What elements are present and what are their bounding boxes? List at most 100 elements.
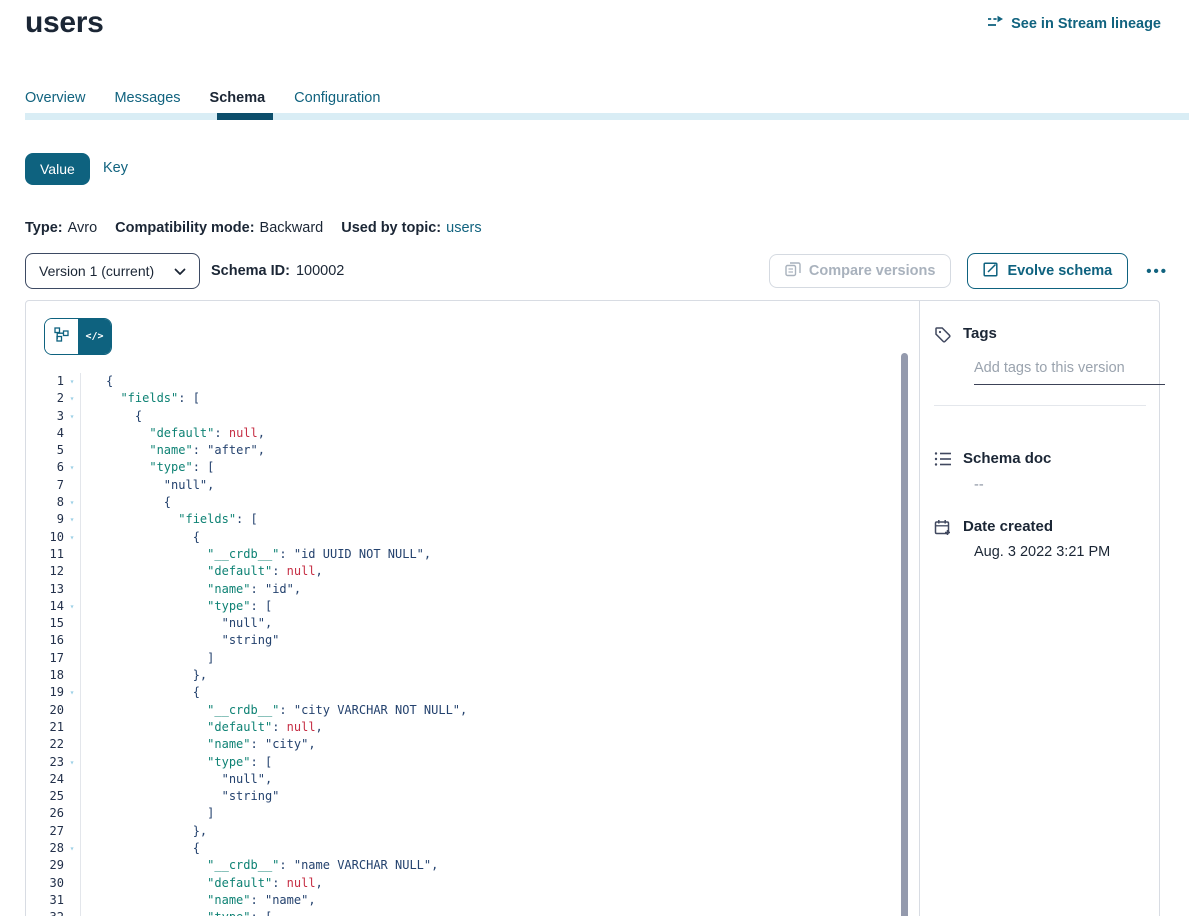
schema-doc-value: -- — [974, 477, 984, 493]
code-text: "null", — [81, 615, 272, 632]
chevron-down-icon — [174, 263, 186, 279]
code-line: 14▾ "type": [ — [26, 598, 907, 615]
code-line: 12 "default": null, — [26, 563, 907, 580]
code-line: 31 "name": "name", — [26, 892, 907, 909]
code-line: 10▾ { — [26, 529, 907, 546]
code-line: 23▾ "type": [ — [26, 754, 907, 771]
code-line: 6▾ "type": [ — [26, 459, 907, 476]
schema-page: users See in Stream lineage Overview Mes… — [0, 0, 1189, 916]
fold-toggle-icon[interactable]: ▾ — [64, 909, 81, 916]
active-tab-indicator — [217, 113, 273, 120]
add-tags-input[interactable] — [974, 356, 1165, 385]
fold-toggle-icon[interactable]: ▾ — [64, 408, 81, 425]
code-line: 13 "name": "id", — [26, 581, 907, 598]
code-text: }, — [81, 667, 207, 684]
compatibility-mode-value: Backward — [260, 220, 324, 236]
used-by-topic-link[interactable]: users — [446, 220, 481, 236]
code-text: "default": null, — [81, 425, 265, 442]
key-toggle-button[interactable]: Key — [103, 160, 128, 176]
line-number: 10 — [26, 529, 64, 546]
code-line: 18 }, — [26, 667, 907, 684]
code-line: 27 }, — [26, 823, 907, 840]
tag-icon — [934, 326, 952, 344]
fold-toggle-icon[interactable]: ▾ — [64, 684, 81, 701]
code-line: 30 "default": null, — [26, 875, 907, 892]
code-text: "name": "name", — [81, 892, 316, 909]
date-created-title: Date created — [963, 518, 1053, 535]
code-line: 29 "__crdb__": "name VARCHAR NULL", — [26, 857, 907, 874]
schema-meta-row: Type: Avro Compatibility mode: Backward … — [25, 220, 482, 236]
code-text: "default": null, — [81, 719, 323, 736]
calendar-plus-icon — [934, 519, 952, 537]
line-number: 1 — [26, 373, 64, 390]
line-number: 19 — [26, 684, 64, 701]
compare-versions-button[interactable]: Compare versions — [769, 254, 952, 288]
date-created-value: Aug. 3 2022 3:21 PM — [974, 544, 1110, 560]
line-number: 5 — [26, 442, 64, 459]
see-in-stream-lineage-label: See in Stream lineage — [1011, 16, 1161, 32]
line-number: 25 — [26, 788, 64, 805]
fold-toggle-icon[interactable]: ▾ — [64, 494, 81, 511]
tree-view-button[interactable] — [45, 319, 78, 354]
code-text: { — [81, 494, 171, 511]
fold-gutter — [64, 425, 81, 442]
schema-code-editor[interactable]: 1▾{2▾ "fields": [3▾ {4 "default": null,5… — [26, 373, 907, 916]
code-text: "type": [ — [81, 598, 272, 615]
tags-title: Tags — [963, 325, 997, 342]
schema-doc-title: Schema doc — [963, 450, 1051, 467]
code-text: { — [81, 840, 200, 857]
line-number: 14 — [26, 598, 64, 615]
page-title: users — [25, 6, 104, 40]
more-options-button[interactable]: ••• — [1144, 259, 1170, 284]
line-number: 28 — [26, 840, 64, 857]
code-text: "string" — [81, 632, 279, 649]
sidebar-divider — [934, 405, 1146, 406]
code-view-icon: </> — [85, 331, 103, 342]
fold-toggle-icon[interactable]: ▾ — [64, 373, 81, 390]
see-in-stream-lineage-link[interactable]: See in Stream lineage — [987, 15, 1161, 32]
schema-id: Schema ID: 100002 — [211, 253, 344, 289]
code-text: "fields": [ — [81, 390, 200, 407]
code-text: "__crdb__": "name VARCHAR NULL", — [81, 857, 438, 874]
editor-vertical-scrollbar[interactable] — [901, 353, 908, 916]
code-text: "__crdb__": "city VARCHAR NOT NULL", — [81, 702, 467, 719]
fold-gutter — [64, 771, 81, 788]
value-toggle-button[interactable]: Value — [25, 153, 90, 185]
fold-toggle-icon[interactable]: ▾ — [64, 390, 81, 407]
fold-toggle-icon[interactable]: ▾ — [64, 459, 81, 476]
line-number: 31 — [26, 892, 64, 909]
type-label: Type: — [25, 220, 63, 236]
code-view-button[interactable]: </> — [78, 319, 111, 354]
fold-toggle-icon[interactable]: ▾ — [64, 840, 81, 857]
line-number: 20 — [26, 702, 64, 719]
compare-versions-icon — [785, 261, 801, 281]
line-number: 29 — [26, 857, 64, 874]
fold-gutter — [64, 581, 81, 598]
code-text: "name": "city", — [81, 736, 316, 753]
line-number: 16 — [26, 632, 64, 649]
code-line: 11 "__crdb__": "id UUID NOT NULL", — [26, 546, 907, 563]
tags-section-header: Tags — [934, 325, 1147, 344]
line-number: 26 — [26, 805, 64, 822]
fold-toggle-icon[interactable]: ▾ — [64, 754, 81, 771]
fold-toggle-icon[interactable]: ▾ — [64, 511, 81, 528]
line-number: 12 — [26, 563, 64, 580]
line-number: 21 — [26, 719, 64, 736]
fold-gutter — [64, 875, 81, 892]
fold-gutter — [64, 477, 81, 494]
tab-underline-track — [25, 113, 1189, 120]
fold-gutter — [64, 632, 81, 649]
fold-toggle-icon[interactable]: ▾ — [64, 598, 81, 615]
line-number: 23 — [26, 754, 64, 771]
version-actions: Compare versions Evolve schema ••• — [769, 253, 1170, 289]
fold-gutter — [64, 667, 81, 684]
fold-toggle-icon[interactable]: ▾ — [64, 529, 81, 546]
code-text: ] — [81, 805, 214, 822]
fold-gutter — [64, 892, 81, 909]
evolve-schema-button[interactable]: Evolve schema — [967, 253, 1128, 289]
line-number: 27 — [26, 823, 64, 840]
code-text: "null", — [81, 771, 272, 788]
fold-gutter — [64, 857, 81, 874]
version-select[interactable]: Version 1 (current) — [25, 253, 200, 289]
line-number: 32 — [26, 909, 64, 916]
